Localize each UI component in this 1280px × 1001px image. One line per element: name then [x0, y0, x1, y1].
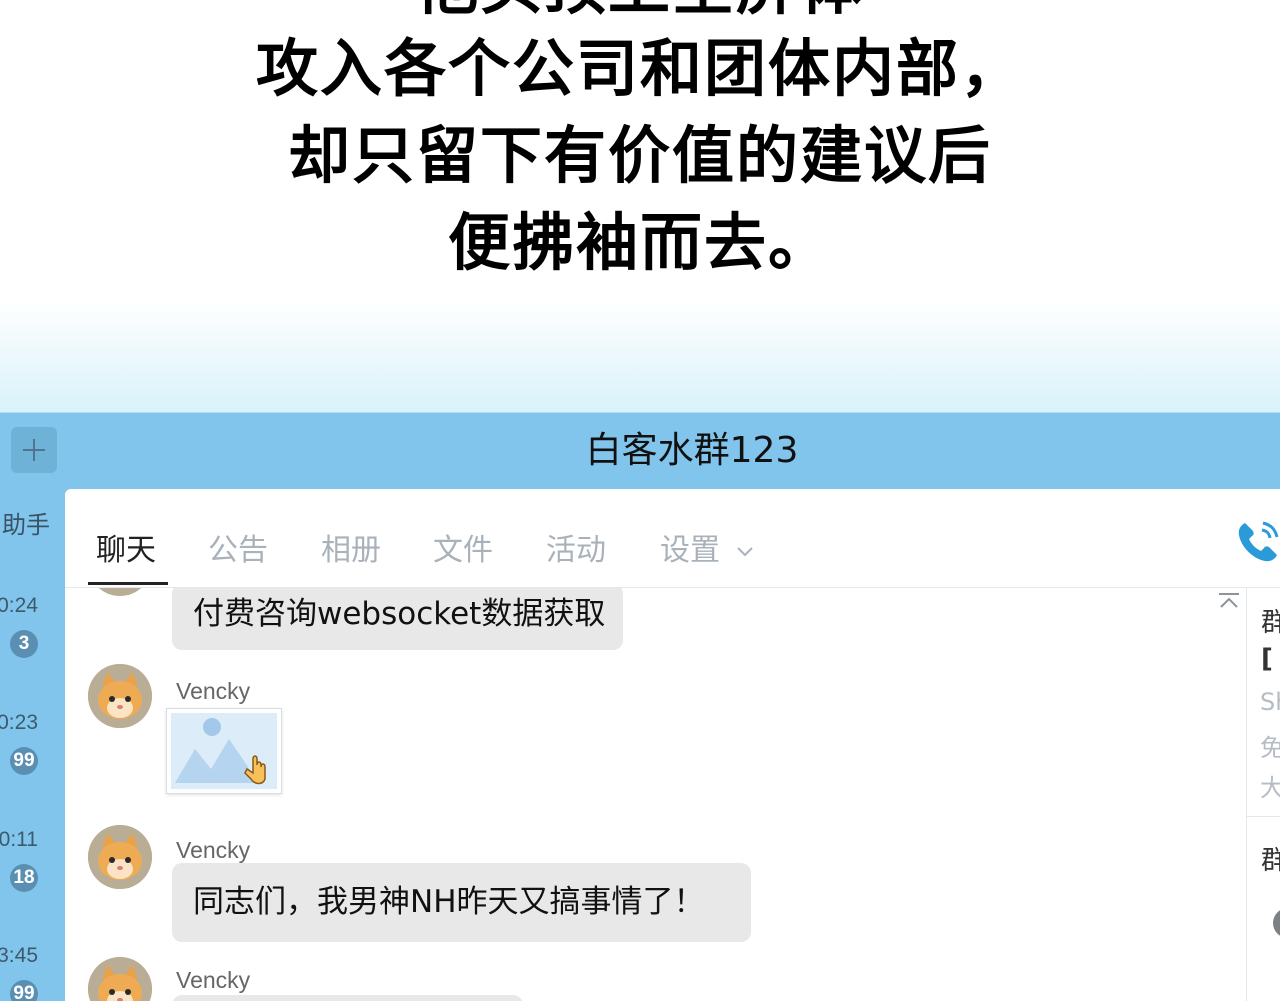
add-button[interactable]: [11, 427, 57, 473]
side-panel-heading: 群: [1261, 840, 1280, 877]
divider: [1247, 816, 1280, 817]
caption-area: 他头顶上全屏体 攻入各个公司和团体内部， 却只留下有价值的建议后 便拂袖而去。: [0, 0, 1280, 412]
tab-files[interactable]: 文件: [433, 525, 493, 569]
avatar[interactable]: [88, 957, 152, 1001]
image-message[interactable]: [166, 708, 282, 794]
message-bubble[interactable]: [172, 995, 523, 1001]
unread-badge: 99: [10, 747, 38, 775]
cat-avatar-icon: [88, 957, 152, 1001]
chat-panel: 聊天 公告 相册 文件 活动 设置 付费咨询websocket数据获取 Venc…: [65, 489, 1280, 1001]
tab-activity[interactable]: 活动: [546, 525, 606, 569]
scroll-up-icon[interactable]: [1217, 592, 1241, 610]
active-tab-indicator: [88, 582, 168, 585]
avatar[interactable]: [88, 588, 152, 596]
sender-name: Vencky: [176, 967, 251, 993]
caption-line: 便拂袖而去。: [447, 206, 832, 279]
chat-app-window: 助手 0:24 3 0:23 99 0:11 18 3:45 99 白客水群12…: [0, 412, 1280, 1001]
caption-line: 却只留下有价值的建议后: [287, 119, 992, 192]
group-info-panel: 群 [ Sh 免 大 群: [1246, 588, 1280, 1001]
side-panel-text: 大: [1260, 768, 1280, 803]
conversation-list: 助手 0:24 3 0:23 99 0:11 18 3:45 99: [0, 413, 64, 1001]
conversation-time: 0:11: [0, 828, 38, 851]
group-title: 白客水群123: [585, 430, 799, 471]
unread-badge: 99: [10, 980, 38, 1001]
avatar[interactable]: [88, 664, 152, 728]
conversation-time: 3:45: [0, 944, 38, 967]
conversation-name: 助手: [2, 512, 50, 539]
tab-album[interactable]: 相册: [321, 525, 381, 569]
caption-line: 他头顶上全屏体: [0, 0, 1280, 22]
message-bubble[interactable]: 同志们，我男神NH昨天又搞事情了！: [172, 863, 751, 942]
sender-name: Vencky: [176, 837, 251, 863]
member-avatar[interactable]: [1273, 908, 1280, 938]
avatar[interactable]: [88, 825, 152, 889]
tab-announcement[interactable]: 公告: [208, 525, 268, 569]
unread-badge: 3: [10, 630, 38, 658]
side-panel-text: [: [1261, 644, 1273, 674]
conversation-time: 0:23: [0, 711, 38, 734]
cat-avatar-icon: [88, 664, 152, 728]
phone-icon[interactable]: [1233, 517, 1280, 567]
sender-name: Vencky: [176, 678, 251, 704]
tab-settings[interactable]: 设置: [660, 525, 754, 569]
side-panel-heading: 群: [1261, 602, 1280, 639]
plus-icon: [23, 439, 45, 461]
side-panel-text: 免: [1260, 728, 1280, 763]
chevron-down-icon: [736, 546, 753, 556]
conversation-time: 0:24: [0, 594, 38, 617]
message-list[interactable]: 付费咨询websocket数据获取 Vencky Vencky 同志们，我男神N…: [65, 588, 1245, 1001]
message-bubble[interactable]: 付费咨询websocket数据获取: [172, 588, 623, 650]
tab-bar: 聊天 公告 相册 文件 活动 设置: [65, 489, 1280, 588]
cat-avatar-icon: [88, 825, 152, 889]
side-panel-text: Sh: [1260, 688, 1280, 716]
tab-settings-label: 设置: [660, 533, 720, 568]
tab-chat[interactable]: 聊天: [96, 525, 156, 569]
caption-line: 攻入各个公司和团体内部，: [255, 32, 1024, 105]
image-placeholder-icon: [171, 713, 277, 789]
unread-badge: 18: [10, 864, 38, 892]
